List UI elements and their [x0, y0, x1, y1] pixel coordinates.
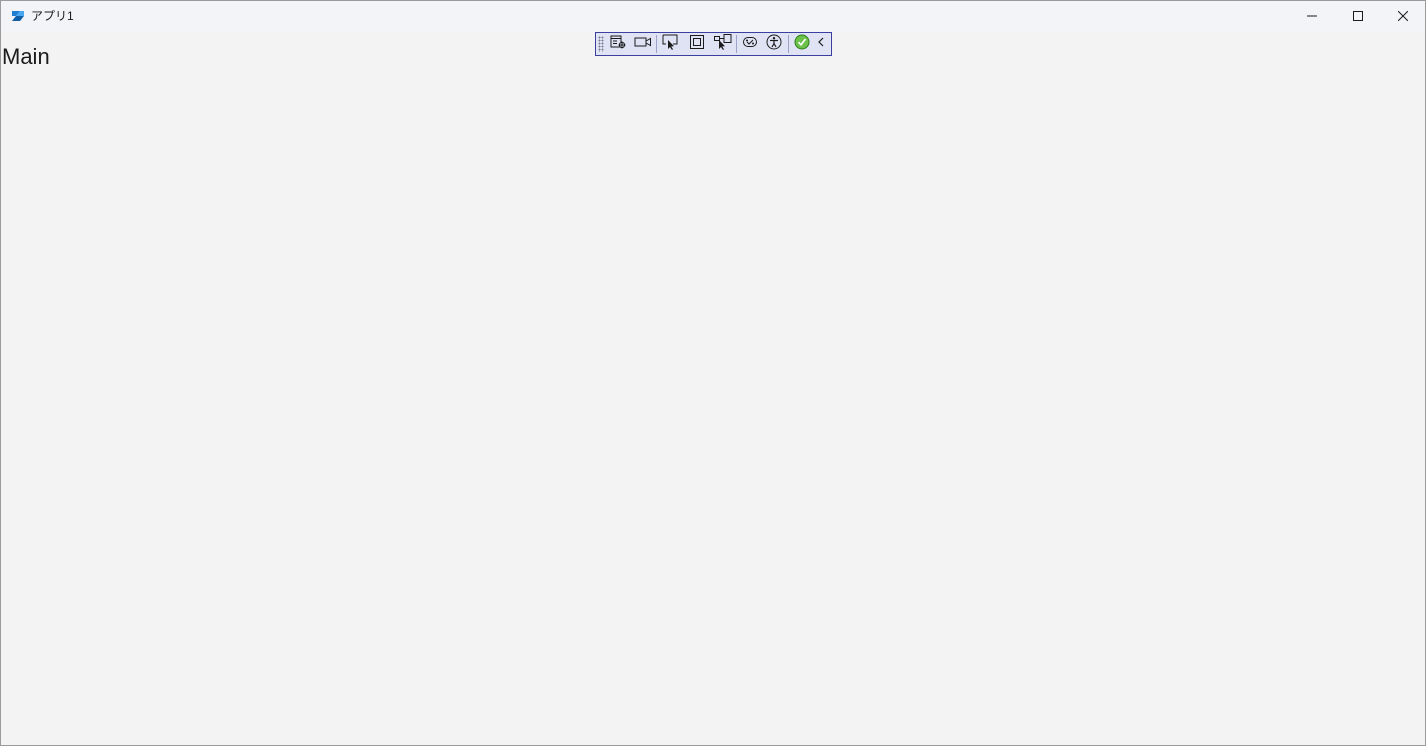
- binding-failures-icon: [743, 35, 757, 53]
- live-visual-tree-icon: [610, 35, 626, 54]
- select-element-icon: [662, 34, 678, 55]
- display-layout-adorners-button[interactable]: [686, 34, 708, 54]
- binding-failures-button[interactable]: [739, 35, 761, 53]
- toolbar-separator: [736, 35, 737, 53]
- collapse-toolbar-icon: [817, 35, 825, 53]
- scan-status-icon: [794, 34, 810, 55]
- page-title: Main: [2, 44, 50, 69]
- accessibility-checker-button[interactable]: [763, 34, 785, 55]
- select-element-button[interactable]: [659, 34, 681, 55]
- live-visual-tree-button[interactable]: [607, 35, 629, 53]
- close-button[interactable]: [1380, 1, 1426, 31]
- toolbar-separator: [788, 35, 789, 53]
- app-window: アプリ1 Main: [0, 0, 1426, 746]
- toolbar-grip[interactable]: [598, 36, 604, 52]
- display-layout-adorners-icon: [690, 34, 704, 54]
- xaml-debug-toolbar: [595, 32, 832, 56]
- close-icon: [1398, 11, 1408, 21]
- toolbar-separator: [656, 35, 657, 53]
- track-focus-button[interactable]: [712, 33, 734, 55]
- scan-status-button[interactable]: [791, 34, 813, 55]
- collapse-toolbar-button[interactable]: [812, 35, 830, 53]
- window-title: アプリ1: [31, 9, 74, 23]
- title-bar[interactable]: アプリ1: [1, 1, 1425, 31]
- minimize-button[interactable]: [1289, 1, 1335, 31]
- maximize-icon: [1353, 11, 1363, 21]
- track-focus-icon: [714, 33, 732, 55]
- maximize-button[interactable]: [1335, 1, 1381, 31]
- record-button[interactable]: [632, 35, 654, 53]
- minimize-icon: [1307, 11, 1317, 21]
- record-icon: [634, 35, 652, 53]
- app-logo-icon: [10, 8, 26, 24]
- accessibility-checker-icon: [766, 34, 782, 55]
